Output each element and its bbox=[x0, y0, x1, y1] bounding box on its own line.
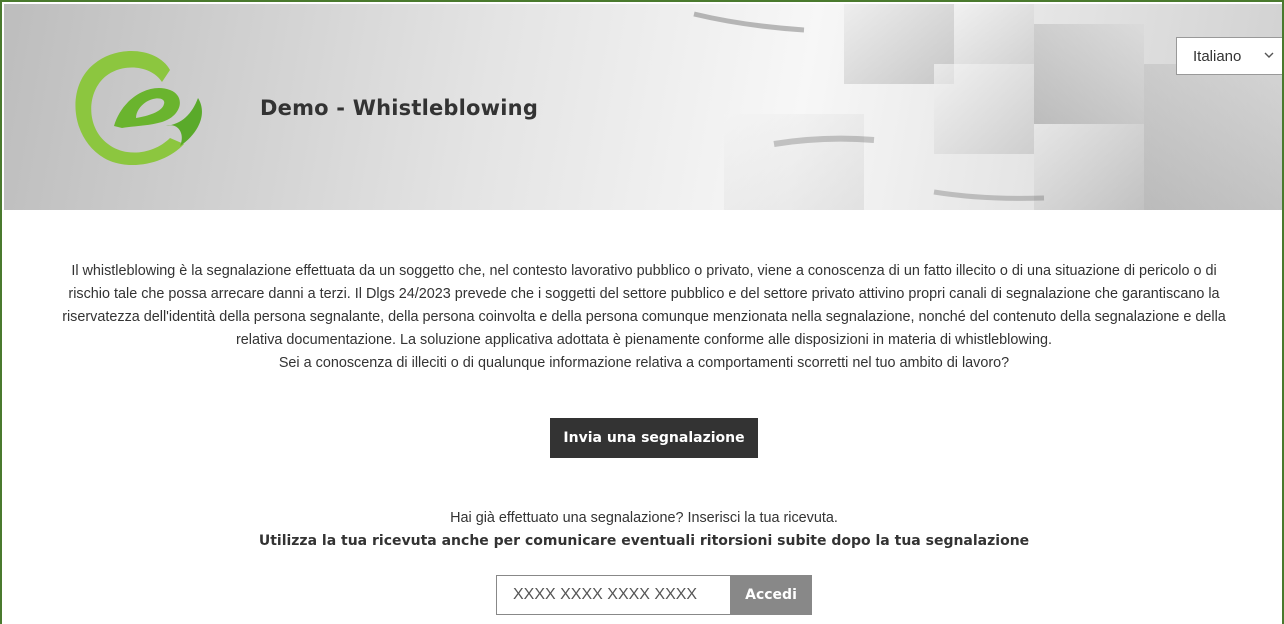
receipt-input[interactable] bbox=[496, 575, 730, 615]
login-button[interactable]: Accedi bbox=[730, 575, 812, 615]
site-header: Demo - Whistleblowing Italiano bbox=[4, 4, 1282, 210]
site-title: Demo - Whistleblowing bbox=[260, 96, 539, 120]
receipt-question: Hai già effettuato una segnalazione? Ins… bbox=[450, 510, 838, 526]
receipt-form: Accedi bbox=[496, 575, 812, 615]
intro-text: Il whistleblowing è la segnalazione effe… bbox=[4, 260, 1282, 375]
language-select[interactable]: Italiano bbox=[1176, 37, 1282, 75]
intro-paragraph: Il whistleblowing è la segnalazione effe… bbox=[62, 263, 1226, 348]
e-logo-icon bbox=[75, 51, 202, 166]
receipt-note: Utilizza la tua ricevuta anche per comun… bbox=[258, 533, 1030, 549]
language-select-value: Italiano bbox=[1193, 47, 1242, 65]
page-frame: Demo - Whistleblowing Italiano Il whistl… bbox=[0, 0, 1284, 624]
chevron-down-icon bbox=[1264, 52, 1274, 58]
intro-question: Sei a conoscenza di illeciti o di qualun… bbox=[278, 355, 1010, 371]
send-report-button[interactable]: Invia una segnalazione bbox=[550, 418, 758, 458]
